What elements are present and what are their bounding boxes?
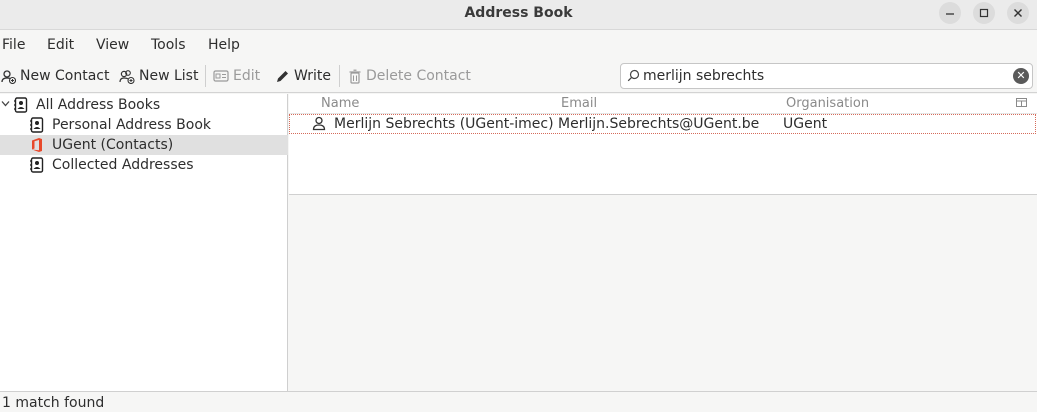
maximize-icon: [979, 8, 989, 18]
table-row[interactable]: Merlijn Sebrechts (UGent-imec) Merlijn.S…: [289, 114, 1036, 134]
write-button[interactable]: Write: [275, 68, 331, 84]
menu-file-label: File: [2, 37, 26, 53]
toolbar: New Contact New List Edit Write Delete C…: [0, 60, 1037, 93]
delete-contact-button[interactable]: Delete Contact: [348, 68, 471, 84]
add-contact-icon: [1, 69, 16, 84]
toolbar-separator: [205, 65, 206, 87]
title-bar: Address Book: [0, 0, 1037, 30]
menu-bar: File Edit View Tools Help: [0, 31, 1037, 59]
address-book-icon: [30, 117, 44, 133]
menu-view-label: View: [96, 37, 130, 53]
close-button[interactable]: [1007, 2, 1029, 24]
menu-tools[interactable]: Tools: [151, 37, 186, 53]
contacts-pane: Name Email Organisation Merlijn Sebrecht…: [289, 94, 1037, 391]
tree-item-label: UGent (Contacts): [52, 137, 174, 153]
menu-help-label: Help: [208, 37, 240, 53]
column-picker-icon[interactable]: [1016, 98, 1027, 108]
address-book-icon: [14, 97, 28, 113]
trash-icon: [349, 69, 361, 84]
tree-item-label: Personal Address Book: [52, 117, 212, 133]
search-input[interactable]: [643, 66, 1003, 86]
cell-email: Merlijn.Sebrechts@UGent.be: [558, 116, 760, 132]
address-book-icon: [30, 157, 44, 173]
menu-tools-label: Tools: [151, 37, 186, 53]
search-icon: [627, 69, 640, 82]
column-header-name[interactable]: Name: [321, 96, 359, 111]
minimize-button[interactable]: [939, 2, 961, 24]
status-text: 1 match found: [2, 395, 105, 411]
tree-item-collected-addresses[interactable]: Collected Addresses: [0, 155, 288, 175]
maximize-button[interactable]: [973, 2, 995, 24]
column-header-email[interactable]: Email: [561, 96, 597, 111]
tree-item-label: All Address Books: [36, 97, 161, 113]
clear-search-button[interactable]: ✕: [1013, 68, 1029, 84]
tree-item-ugent-contacts[interactable]: UGent (Contacts): [0, 135, 288, 155]
address-book-tree: All Address Books Personal Address Book …: [0, 94, 288, 391]
new-contact-button[interactable]: New Contact: [1, 68, 109, 84]
close-icon: [1014, 9, 1022, 17]
search-box[interactable]: ✕: [620, 63, 1033, 89]
office-icon: [32, 138, 42, 152]
chevron-down-icon[interactable]: [1, 99, 10, 111]
column-header-organisation[interactable]: Organisation: [786, 96, 869, 111]
cell-organisation: UGent: [783, 116, 828, 132]
clear-icon: ✕: [1016, 69, 1026, 82]
menu-edit[interactable]: Edit: [47, 37, 74, 53]
menu-help[interactable]: Help: [208, 37, 240, 53]
new-list-button[interactable]: New List: [119, 68, 198, 84]
person-icon: [312, 116, 326, 131]
menu-view[interactable]: View: [96, 37, 129, 53]
edit-button[interactable]: Edit: [213, 68, 260, 84]
menu-file[interactable]: File: [2, 37, 25, 53]
edit-label: Edit: [233, 68, 261, 84]
window-title: Address Book: [464, 5, 573, 21]
tree-item-personal-address-book[interactable]: Personal Address Book: [0, 115, 288, 135]
add-list-icon: [119, 69, 135, 84]
toolbar-separator: [339, 65, 340, 87]
delete-contact-label: Delete Contact: [366, 68, 471, 84]
edit-card-icon: [213, 70, 229, 82]
new-list-label: New List: [139, 68, 199, 84]
write-label: Write: [294, 68, 331, 84]
contact-detail-pane: [289, 195, 1037, 391]
tree-item-all-address-books[interactable]: All Address Books: [0, 95, 288, 115]
menu-edit-label: Edit: [47, 37, 75, 53]
minimize-icon: [946, 13, 954, 15]
new-contact-label: New Contact: [20, 68, 110, 84]
status-bar: 1 match found: [0, 391, 1037, 412]
tree-item-label: Collected Addresses: [52, 157, 194, 173]
pencil-icon: [277, 70, 288, 82]
cell-name: Merlijn Sebrechts (UGent-imec): [334, 116, 554, 132]
column-header-row: Name Email Organisation: [289, 94, 1037, 114]
